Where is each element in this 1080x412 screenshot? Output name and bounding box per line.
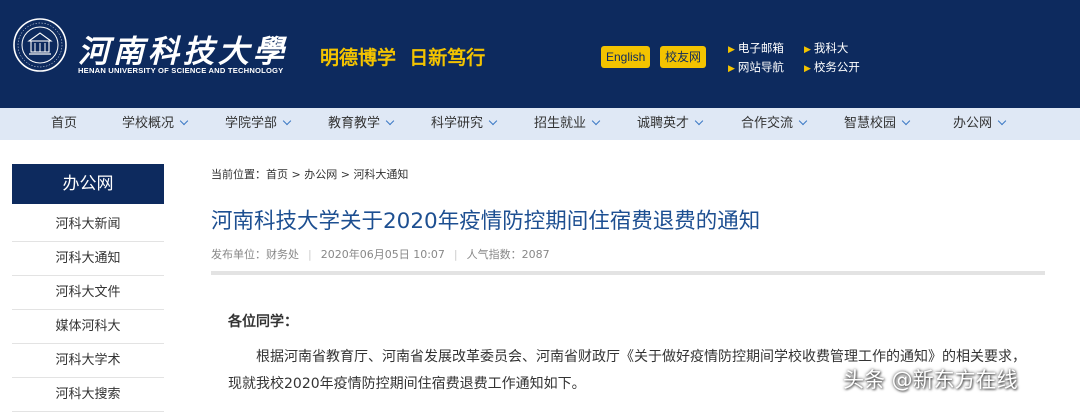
watermark: 头条 @新东方在线 <box>843 368 1018 392</box>
sidebar-item-media[interactable]: 媒体河科大 <box>12 310 164 344</box>
arrow-right-icon: ▶ <box>804 45 811 55</box>
breadcrumb-office[interactable]: 办公网 <box>304 168 337 181</box>
nav-item-education[interactable]: 教育教学 <box>328 108 395 140</box>
site-header: 河南科技大學 HENAN UNIVERSITY OF SCIENCE AND T… <box>0 0 1080 108</box>
article-date: 2020年06月05日 10:07 <box>320 248 445 261</box>
quick-link-email[interactable]: ▶ 电子邮箱 <box>728 40 784 56</box>
sidebar-item-search[interactable]: 河科大搜索 <box>12 378 164 412</box>
school-name-en: HENAN UNIVERSITY OF SCIENCE AND TECHNOLO… <box>78 66 284 75</box>
school-motto: 明德博学 日新笃行 <box>320 47 486 69</box>
meta-divider: | <box>453 248 458 261</box>
english-button[interactable]: English <box>601 46 651 68</box>
breadcrumb-separator: > <box>291 168 301 181</box>
arrow-right-icon: ▶ <box>804 64 811 74</box>
nav-item-admission[interactable]: 招生就业 <box>534 108 601 140</box>
nav-item-office[interactable]: 办公网 <box>953 108 1007 140</box>
sidebar-item-notices[interactable]: 河科大通知 <box>12 242 164 276</box>
sidebar: 办公网 河科大新闻 河科大通知 河科大文件 媒体河科大 河科大学术 河科大搜索 <box>12 164 164 412</box>
chevron-down-icon <box>798 116 808 126</box>
sidebar-item-news[interactable]: 河科大新闻 <box>12 208 164 242</box>
school-name-cn[interactable]: 河南科技大學 <box>78 26 288 71</box>
chevron-down-icon <box>694 116 704 126</box>
nav-item-research[interactable]: 科学研究 <box>431 108 498 140</box>
chevron-down-icon <box>901 116 911 126</box>
breadcrumb-prefix: 当前位置： <box>211 168 266 181</box>
nav-item-about[interactable]: 学校概况 <box>122 108 189 140</box>
quick-link-affairs[interactable]: ▶ 校务公开 <box>804 59 860 75</box>
article-meta: 发布单位：财务处 | 2020年06月05日 10:07 | 人气指数：2087 <box>211 246 550 262</box>
quick-link-site-nav[interactable]: ▶ 网站导航 <box>728 59 784 75</box>
quick-link-my-hust[interactable]: ▶ 我科大 <box>804 40 848 56</box>
chevron-down-icon <box>997 116 1007 126</box>
arrow-right-icon: ▶ <box>728 64 735 74</box>
breadcrumb-notices[interactable]: 河科大通知 <box>353 168 408 181</box>
title-divider <box>211 271 1045 275</box>
sidebar-item-documents[interactable]: 河科大文件 <box>12 276 164 310</box>
sidebar-title: 办公网 <box>12 164 164 204</box>
chevron-down-icon <box>179 116 189 126</box>
breadcrumb-home[interactable]: 首页 <box>266 168 288 181</box>
university-seal-icon[interactable] <box>12 17 68 73</box>
chevron-down-icon <box>385 116 395 126</box>
nav-item-cooperation[interactable]: 合作交流 <box>741 108 808 140</box>
nav-item-recruit[interactable]: 诚聘英才 <box>637 108 704 140</box>
breadcrumb-separator: > <box>340 168 350 181</box>
chevron-down-icon <box>591 116 601 126</box>
chevron-down-icon <box>282 116 292 126</box>
alumni-button[interactable]: 校友网 <box>660 46 707 68</box>
nav-item-smart-campus[interactable]: 智慧校园 <box>844 108 911 140</box>
chevron-down-icon <box>488 116 498 126</box>
nav-item-colleges[interactable]: 学院学部 <box>225 108 292 140</box>
nav-item-home[interactable]: 首页 <box>51 108 77 140</box>
breadcrumb: 当前位置：首页 > 办公网 > 河科大通知 <box>211 166 408 182</box>
sidebar-item-academic[interactable]: 河科大学术 <box>12 344 164 378</box>
article-greeting: 各位同学： <box>228 314 298 330</box>
meta-divider: | <box>308 248 312 261</box>
arrow-right-icon: ▶ <box>728 45 735 55</box>
main-nav: 首页 学校概况 学院学部 教育教学 科学研究 招生就业 诚聘英才 合作交流 智慧… <box>0 108 1080 140</box>
article-publisher: 发布单位：财务处 <box>211 248 299 261</box>
article-title: 河南科技大学关于2020年疫情防控期间住宿费退费的通知 <box>211 209 761 234</box>
article-views: 人气指数：2087 <box>466 248 550 261</box>
